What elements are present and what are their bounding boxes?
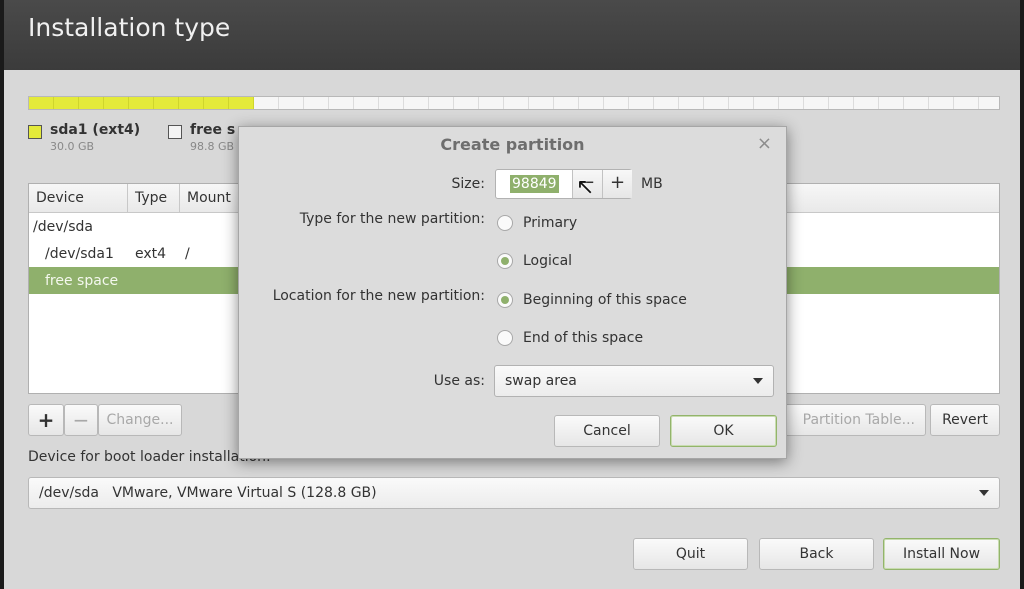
legend-size-free: 98.8 GB bbox=[190, 140, 235, 153]
row-type: ext4 bbox=[135, 245, 167, 262]
dialog-title: Create partition bbox=[440, 135, 585, 154]
legend-swatch-sda1 bbox=[28, 125, 42, 139]
radio-label-primary: Primary bbox=[523, 215, 578, 231]
use-as-select[interactable]: swap area bbox=[494, 365, 774, 397]
radio-circle bbox=[497, 215, 513, 231]
create-partition-dialog: Create partition × Size: 98849 − + MB Ty… bbox=[238, 126, 787, 459]
radio-label-end: End of this space bbox=[523, 330, 644, 346]
boot-loader-select[interactable]: /dev/sda VMware, VMware Virtual S (128.8… bbox=[28, 477, 1000, 509]
radio-beginning-of-space[interactable]: Beginning of this space bbox=[497, 292, 687, 308]
boot-loader-value: /dev/sda VMware, VMware Virtual S (128.8… bbox=[39, 485, 377, 501]
legend-name-sda1: sda1 (ext4) bbox=[50, 122, 141, 138]
legend-swatch-free bbox=[168, 125, 182, 139]
radio-label-logical: Logical bbox=[523, 253, 573, 269]
mouse-pointer-icon: ↖ bbox=[576, 175, 595, 200]
radio-circle bbox=[497, 253, 513, 269]
boot-loader-label: Device for boot loader installation: bbox=[28, 449, 271, 465]
size-unit-label: MB bbox=[641, 176, 663, 192]
radio-circle bbox=[497, 330, 513, 346]
page-title: Installation type bbox=[28, 13, 231, 42]
ok-button[interactable]: OK bbox=[670, 415, 777, 447]
row-device: /dev/sda bbox=[33, 218, 93, 235]
radio-primary[interactable]: Primary bbox=[497, 215, 577, 231]
radio-circle bbox=[497, 292, 513, 308]
use-as-value: swap area bbox=[505, 373, 577, 389]
column-header-device[interactable]: Device bbox=[29, 184, 128, 212]
quit-button[interactable]: Quit bbox=[633, 538, 748, 570]
disk-segment-free-space bbox=[254, 97, 999, 109]
radio-logical[interactable]: Logical bbox=[497, 253, 572, 269]
use-as-label: Use as: bbox=[433, 373, 485, 389]
change-partition-button[interactable]: Change... bbox=[98, 404, 182, 436]
revert-button[interactable]: Revert bbox=[930, 404, 1000, 436]
close-icon[interactable]: × bbox=[757, 133, 772, 154]
row-mount: / bbox=[185, 245, 190, 262]
back-button[interactable]: Back bbox=[759, 538, 874, 570]
remove-partition-button[interactable]: − bbox=[64, 404, 98, 436]
radio-label-beginning: Beginning of this space bbox=[523, 292, 687, 308]
legend-free-space: free s 98.8 GB bbox=[168, 122, 235, 153]
cancel-button[interactable]: Cancel bbox=[554, 415, 660, 447]
row-device: free space bbox=[45, 272, 119, 289]
size-label: Size: bbox=[451, 176, 485, 192]
dropdown-arrow-icon bbox=[753, 378, 763, 384]
legend-sda1: sda1 (ext4) 30.0 GB bbox=[28, 122, 140, 153]
partition-type-label: Type for the new partition: bbox=[299, 211, 485, 227]
size-input[interactable]: 98849 bbox=[510, 175, 559, 193]
radio-end-of-space[interactable]: End of this space bbox=[497, 330, 643, 346]
partition-location-label: Location for the new partition: bbox=[272, 288, 485, 304]
disk-segment-sda1 bbox=[29, 97, 255, 109]
column-header-type[interactable]: Type bbox=[128, 184, 180, 212]
dropdown-arrow-icon bbox=[979, 490, 989, 496]
new-partition-table-button[interactable]: Partition Table... bbox=[780, 404, 926, 436]
legend-name-free: free s bbox=[190, 122, 236, 138]
add-partition-button[interactable]: + bbox=[28, 404, 64, 436]
size-spinbox[interactable]: 98849 − + bbox=[495, 169, 632, 199]
install-now-button[interactable]: Install Now bbox=[883, 538, 1000, 570]
disk-usage-bar bbox=[28, 96, 1000, 110]
legend-size-sda1: 30.0 GB bbox=[50, 140, 95, 153]
title-bar: Installation type bbox=[4, 0, 1020, 70]
size-increment-button[interactable]: + bbox=[602, 170, 632, 198]
row-device: /dev/sda1 bbox=[45, 245, 114, 262]
